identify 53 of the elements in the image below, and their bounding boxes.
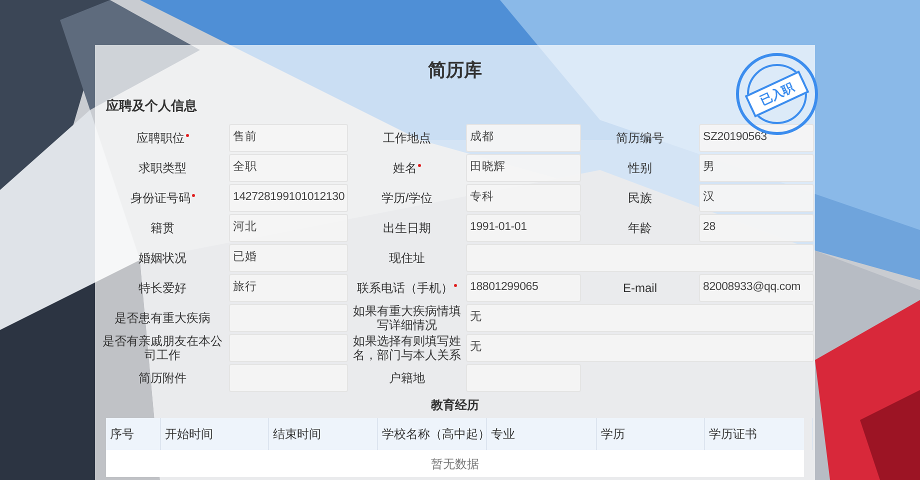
field-label: 身份证号码 [130, 190, 194, 204]
field-label: 联系电话（手机） [357, 280, 457, 294]
section-heading: 应聘及个人信息 [106, 97, 197, 116]
column-header: 专业 [487, 418, 597, 450]
field-label: 简历编号 [616, 130, 664, 144]
field-label: 姓名 [393, 160, 421, 174]
input-field[interactable]: 18801299065 [466, 274, 581, 302]
input-field[interactable] [466, 244, 814, 272]
section-heading: 教育经历 [431, 397, 479, 414]
field-label: 特长爱好 [138, 280, 186, 294]
field-label: 求职类型 [138, 160, 186, 174]
field-label: 学历/学位 [381, 190, 433, 204]
input-field[interactable]: 142728199101012130 [229, 184, 348, 212]
input-field[interactable]: 1991-01-01 [466, 214, 581, 242]
field-label: E-mail [622, 280, 657, 294]
field-label: 工作地点 [383, 130, 431, 144]
input-field[interactable]: 已婚 [229, 244, 348, 272]
field-label: 简历附件 [138, 370, 186, 384]
input-field[interactable]: 成都 [466, 124, 581, 152]
input-field[interactable]: 河北 [229, 214, 348, 242]
field-label: 籍贯 [150, 220, 174, 234]
field-label: 应聘职位 [136, 130, 188, 144]
column-header: 学校名称（高中起） [378, 418, 487, 450]
field-label: 年龄 [628, 220, 652, 234]
input-field[interactable]: 男 [699, 154, 814, 182]
page-title: 简历库 [428, 58, 482, 82]
field-label: 如果选择有则填写姓名，部门与本人关系 [352, 334, 462, 362]
field-label: 现住址 [389, 250, 425, 264]
input-field[interactable]: SZ20190563 [699, 124, 814, 152]
input-field[interactable]: 无 [466, 304, 814, 332]
input-field[interactable]: 售前 [229, 124, 348, 152]
field-label: 民族 [628, 190, 652, 204]
field-label: 户籍地 [389, 370, 425, 384]
field-label: 是否患有重大疾病 [114, 310, 210, 324]
input-field[interactable]: 82008933@qq.com [699, 274, 814, 302]
field-label: 婚姻状况 [138, 250, 186, 264]
column-header: 序号 [106, 418, 161, 450]
column-header: 结束时间 [269, 418, 378, 450]
input-field[interactable]: 无 [466, 334, 814, 362]
field-label: 出生日期 [383, 220, 431, 234]
field-label: 如果有重大疾病情填写详细情况 [352, 304, 462, 332]
field-label: 性别 [628, 160, 652, 174]
column-header: 开始时间 [161, 418, 269, 450]
field-label: 是否有亲戚朋友在本公司工作 [102, 334, 224, 362]
input-field[interactable]: 28 [699, 214, 814, 242]
input-field[interactable]: 旅行 [229, 274, 348, 302]
empty-message: 暂无数据 [431, 456, 479, 472]
input-field[interactable]: 专科 [466, 184, 581, 212]
input-field[interactable]: 全职 [229, 154, 348, 182]
column-header: 学历证书 [705, 418, 813, 450]
input-field[interactable]: 田晓辉 [466, 154, 581, 182]
input-field[interactable]: 汉 [699, 184, 814, 212]
column-header: 学历 [597, 418, 705, 450]
